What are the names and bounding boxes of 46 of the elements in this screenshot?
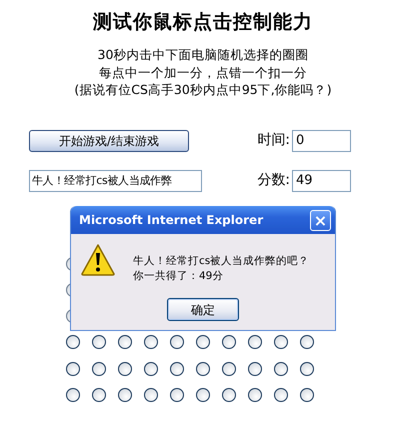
close-button[interactable]: × [310,210,331,230]
radio-button[interactable] [300,388,314,402]
time-label: 时间: [257,131,290,150]
radio-button[interactable] [118,362,132,376]
radio-button[interactable] [248,388,262,402]
radio-button[interactable] [92,388,106,402]
score-field[interactable]: 49 [292,170,351,192]
radio-button[interactable] [274,388,288,402]
instruction-text: (据说有位CS高手30秒内点中95下,你能吗？) [73,81,333,98]
radio-button[interactable] [196,335,210,350]
radio-button[interactable] [170,362,184,376]
radio-button[interactable] [222,335,236,350]
radio-button[interactable] [144,335,158,350]
radio-button[interactable] [248,362,262,376]
radio-button[interactable] [66,335,80,350]
radio-button[interactable] [92,362,106,376]
radio-button[interactable] [274,362,288,376]
radio-button[interactable] [66,388,80,402]
warning-icon [81,244,115,276]
score-label: 分数: [257,171,290,190]
radio-button[interactable] [222,362,236,376]
radio-button[interactable] [144,362,158,376]
radio-button[interactable] [196,388,210,402]
radio-button[interactable] [170,388,184,402]
radio-button[interactable] [92,335,106,350]
radio-button[interactable] [118,335,132,350]
radio-button[interactable] [248,335,262,350]
start-button[interactable]: 开始游戏/结束游戏 [29,130,189,152]
ok-button[interactable]: 确定 [167,298,239,321]
radio-button[interactable] [300,362,314,376]
radio-button[interactable] [66,362,80,376]
message-field[interactable]: 牛人！经常打cs被人当成作弊 [29,170,202,192]
dialog-message: 你一共得了：49分 [133,269,224,284]
time-field[interactable]: 0 [292,130,351,152]
dialog-title: Microsoft Internet Explorer [79,212,264,229]
radio-button[interactable] [170,335,184,350]
radio-button[interactable] [300,335,314,350]
radio-button[interactable] [144,388,158,402]
page-title: 测试你鼠标点击控制能力 [92,10,314,35]
radio-button[interactable] [196,362,210,376]
instruction-text: 每点中一个加一分，点错一个扣一分 [98,64,308,81]
radio-button[interactable] [118,388,132,402]
instruction-text: 30秒内击中下面电脑随机选择的圈圈 [96,46,310,64]
radio-button[interactable] [274,335,288,350]
dialog-message: 牛人！经常打cs被人当成作弊的吧？ [133,254,310,269]
radio-button[interactable] [222,388,236,402]
